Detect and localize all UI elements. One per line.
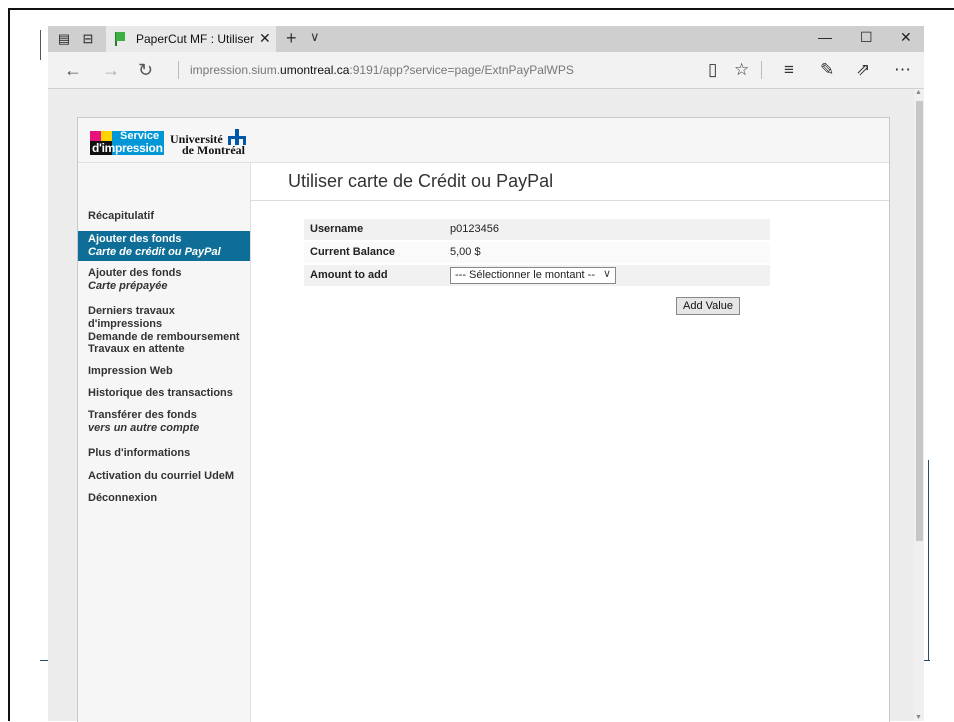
papercut-page: Service d'impression Université de Montr… <box>77 117 890 722</box>
browser-window: ▤ ⊟ PaperCut MF : Utiliser ca ✕ + ∨ — ☐ … <box>48 26 924 722</box>
decorative-line <box>40 30 41 60</box>
new-tab-button[interactable]: + <box>286 28 297 49</box>
refresh-icon[interactable]: ↻ <box>138 60 153 81</box>
udem-logo-icon <box>228 129 246 145</box>
favicon-flag-icon <box>114 32 126 46</box>
amount-select[interactable]: --- Sélectionner le montant -- ∨ <box>450 267 616 284</box>
more-icon[interactable]: ⋯ <box>894 60 911 80</box>
sidebar-item-recent-jobs[interactable]: Derniers travaux d'impressions Demande d… <box>78 305 250 344</box>
browser-tab[interactable]: PaperCut MF : Utiliser ca ✕ <box>106 26 276 52</box>
sidebar-item-more-info[interactable]: Plus d'informations <box>78 447 250 460</box>
vertical-scrollbar[interactable]: ▲ ▼ <box>914 89 924 721</box>
forward-arrow-icon[interactable]: → <box>102 60 120 81</box>
sidebar-item-add-funds-prepaid[interactable]: Ajouter des fonds Carte prépayée <box>78 267 250 293</box>
url-field[interactable]: impression.sium.umontreal.ca:9191/app?se… <box>190 63 574 77</box>
page-header: Service d'impression Université de Montr… <box>78 118 889 163</box>
form-row-username: Username p0123456 <box>304 219 770 240</box>
service-impression-logo: Service d'impression Université de Montr… <box>90 129 246 157</box>
reading-view-icon[interactable]: ▯ <box>708 60 717 80</box>
scrollbar-thumb[interactable] <box>916 101 923 541</box>
minimize-icon[interactable]: — <box>818 29 832 45</box>
sidebar: Récapitulatif Ajouter des fonds Carte de… <box>78 163 251 722</box>
maximize-icon[interactable]: ☐ <box>860 29 873 46</box>
sidebar-item-transfer[interactable]: Transférer des fonds vers un autre compt… <box>78 409 250 435</box>
page-viewport: Service d'impression Université de Montr… <box>48 89 924 722</box>
favorite-star-icon[interactable]: ☆ <box>734 60 749 80</box>
form-row-amount: Amount to add --- Sélectionner le montan… <box>304 265 770 286</box>
screenshot-frame-top <box>8 8 954 10</box>
address-bar: ← → ↻ impression.sium.umontreal.ca:9191/… <box>48 52 924 89</box>
divider <box>251 200 889 201</box>
tab-set-aside-icon[interactable]: ▤ <box>56 31 72 47</box>
balance-value: 5,00 $ <box>450 246 481 258</box>
share-icon[interactable]: ⇗ <box>856 60 870 80</box>
sidebar-item-transactions[interactable]: Historique des transactions <box>78 387 250 400</box>
decorative-line <box>928 460 929 660</box>
sidebar-item-held-jobs[interactable]: Travaux en attente <box>78 343 250 356</box>
close-icon[interactable]: ✕ <box>259 30 271 47</box>
scroll-up-icon[interactable]: ▲ <box>915 89 922 96</box>
tabs-preview-icon[interactable]: ⊟ <box>80 31 96 47</box>
add-value-button[interactable]: Add Value <box>676 297 740 315</box>
page-title: Utiliser carte de Crédit ou PayPal <box>288 171 554 191</box>
username-label: Username <box>310 223 364 235</box>
tab-title: PaperCut MF : Utiliser ca <box>136 32 256 46</box>
screenshot-frame-left <box>8 8 10 721</box>
sidebar-item-logout[interactable]: Déconnexion <box>78 492 250 505</box>
sidebar-item-email-activation[interactable]: Activation du courriel UdeM <box>78 470 250 483</box>
web-note-icon[interactable]: ✎ <box>820 60 834 80</box>
tab-strip: ▤ ⊟ PaperCut MF : Utiliser ca ✕ + ∨ — ☐ … <box>48 26 924 52</box>
hub-icon[interactable]: ≡ <box>784 60 794 80</box>
sidebar-item-add-funds-credit[interactable]: Ajouter des fonds Carte de crédit ou Pay… <box>78 231 250 261</box>
username-value: p0123456 <box>450 223 499 235</box>
chevron-down-icon[interactable]: ∨ <box>310 29 320 45</box>
form-row-balance: Current Balance 5,00 $ <box>304 242 770 263</box>
back-arrow-icon[interactable]: ← <box>64 60 82 81</box>
amount-label: Amount to add <box>310 269 388 281</box>
scroll-down-icon[interactable]: ▼ <box>915 714 922 721</box>
balance-label: Current Balance <box>310 246 395 258</box>
sidebar-item-recapitulatif[interactable]: Récapitulatif <box>78 210 250 223</box>
close-icon[interactable]: ✕ <box>900 29 912 46</box>
chevron-down-icon: ∨ <box>602 268 611 280</box>
sidebar-item-web-print[interactable]: Impression Web <box>78 365 250 378</box>
